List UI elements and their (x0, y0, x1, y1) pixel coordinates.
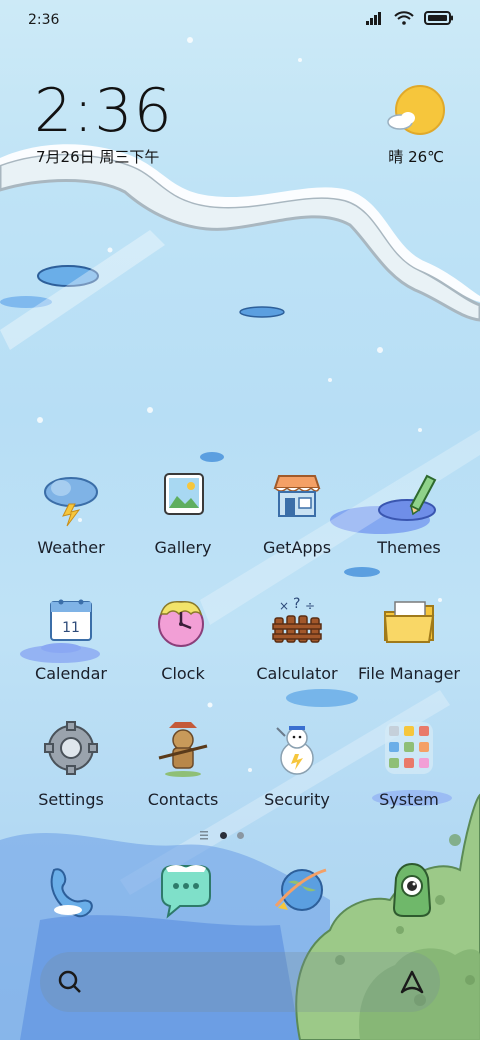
calculator-icon: × ? ÷ (272, 596, 322, 643)
app-system-folder[interactable]: System (354, 718, 464, 828)
app-weather[interactable]: Weather (16, 466, 126, 576)
app-gallery[interactable]: Gallery (128, 466, 238, 576)
file-manager-icon (383, 601, 435, 643)
app-label: Contacts (147, 790, 219, 809)
app-themes[interactable]: Themes (354, 466, 464, 576)
weather-icon (44, 477, 98, 527)
signal-icon (366, 12, 381, 25)
search-icon[interactable] (50, 964, 90, 1000)
svg-text:÷: ÷ (305, 599, 315, 613)
app-label: File Manager (358, 664, 460, 683)
app-label: Themes (377, 538, 441, 557)
app-label: Settings (38, 790, 104, 809)
app-label: Clock (161, 664, 205, 683)
contacts-icon (158, 722, 208, 777)
messages-icon[interactable] (154, 860, 218, 924)
themes-icon (378, 474, 437, 521)
page-dot-active[interactable] (220, 831, 227, 839)
clock-widget-date[interactable]: 7月26日 周三下午 (36, 146, 159, 167)
app-label: Gallery (154, 538, 212, 557)
app-contacts[interactable]: Contacts (128, 718, 238, 828)
camera-icon[interactable] (380, 860, 444, 924)
svg-text:×: × (279, 599, 289, 613)
app-label: System (379, 790, 439, 809)
app-label: Calendar (35, 664, 107, 683)
list-view-icon[interactable] (200, 830, 210, 840)
app-label: Calculator (256, 664, 338, 683)
app-calendar[interactable]: 11 Calendar (16, 592, 126, 702)
app-calculator[interactable]: × ? ÷ Calculator (242, 592, 352, 702)
phone-icon[interactable] (40, 860, 104, 924)
status-bar: 2:36 (0, 0, 480, 40)
battery-icon (424, 11, 453, 25)
calendar-day-number: 11 (62, 620, 80, 636)
app-label: Security (264, 790, 330, 809)
weather-widget-text[interactable]: 晴 26℃ (388, 146, 444, 167)
search-bar[interactable] (40, 952, 440, 1012)
app-label: GetApps (262, 538, 332, 557)
assistant-icon[interactable] (392, 964, 432, 1000)
gallery-icon (164, 473, 204, 515)
page-indicator[interactable] (200, 828, 280, 842)
security-icon (276, 726, 314, 775)
wifi-icon (394, 11, 414, 25)
sun-icon (387, 85, 445, 135)
getapps-icon (273, 475, 321, 517)
status-icons (366, 11, 454, 25)
clock-icon (158, 601, 204, 647)
page-dot[interactable] (237, 831, 244, 839)
status-time: 2:36 (28, 12, 60, 28)
app-settings[interactable]: Settings (16, 718, 126, 828)
app-label: Weather (37, 538, 105, 557)
calendar-icon: 11 (41, 599, 92, 653)
app-getapps[interactable]: GetApps (242, 466, 352, 576)
svg-text:?: ? (293, 596, 300, 612)
app-file-manager[interactable]: File Manager (354, 592, 464, 702)
browser-icon[interactable] (268, 860, 332, 924)
clock-widget-time[interactable]: 2:36 (34, 76, 173, 146)
weather-widget[interactable] (386, 84, 446, 144)
settings-icon (44, 721, 98, 775)
app-clock[interactable]: Clock (128, 592, 238, 702)
system-folder-icon (385, 722, 433, 774)
app-security[interactable]: Security (242, 718, 352, 828)
